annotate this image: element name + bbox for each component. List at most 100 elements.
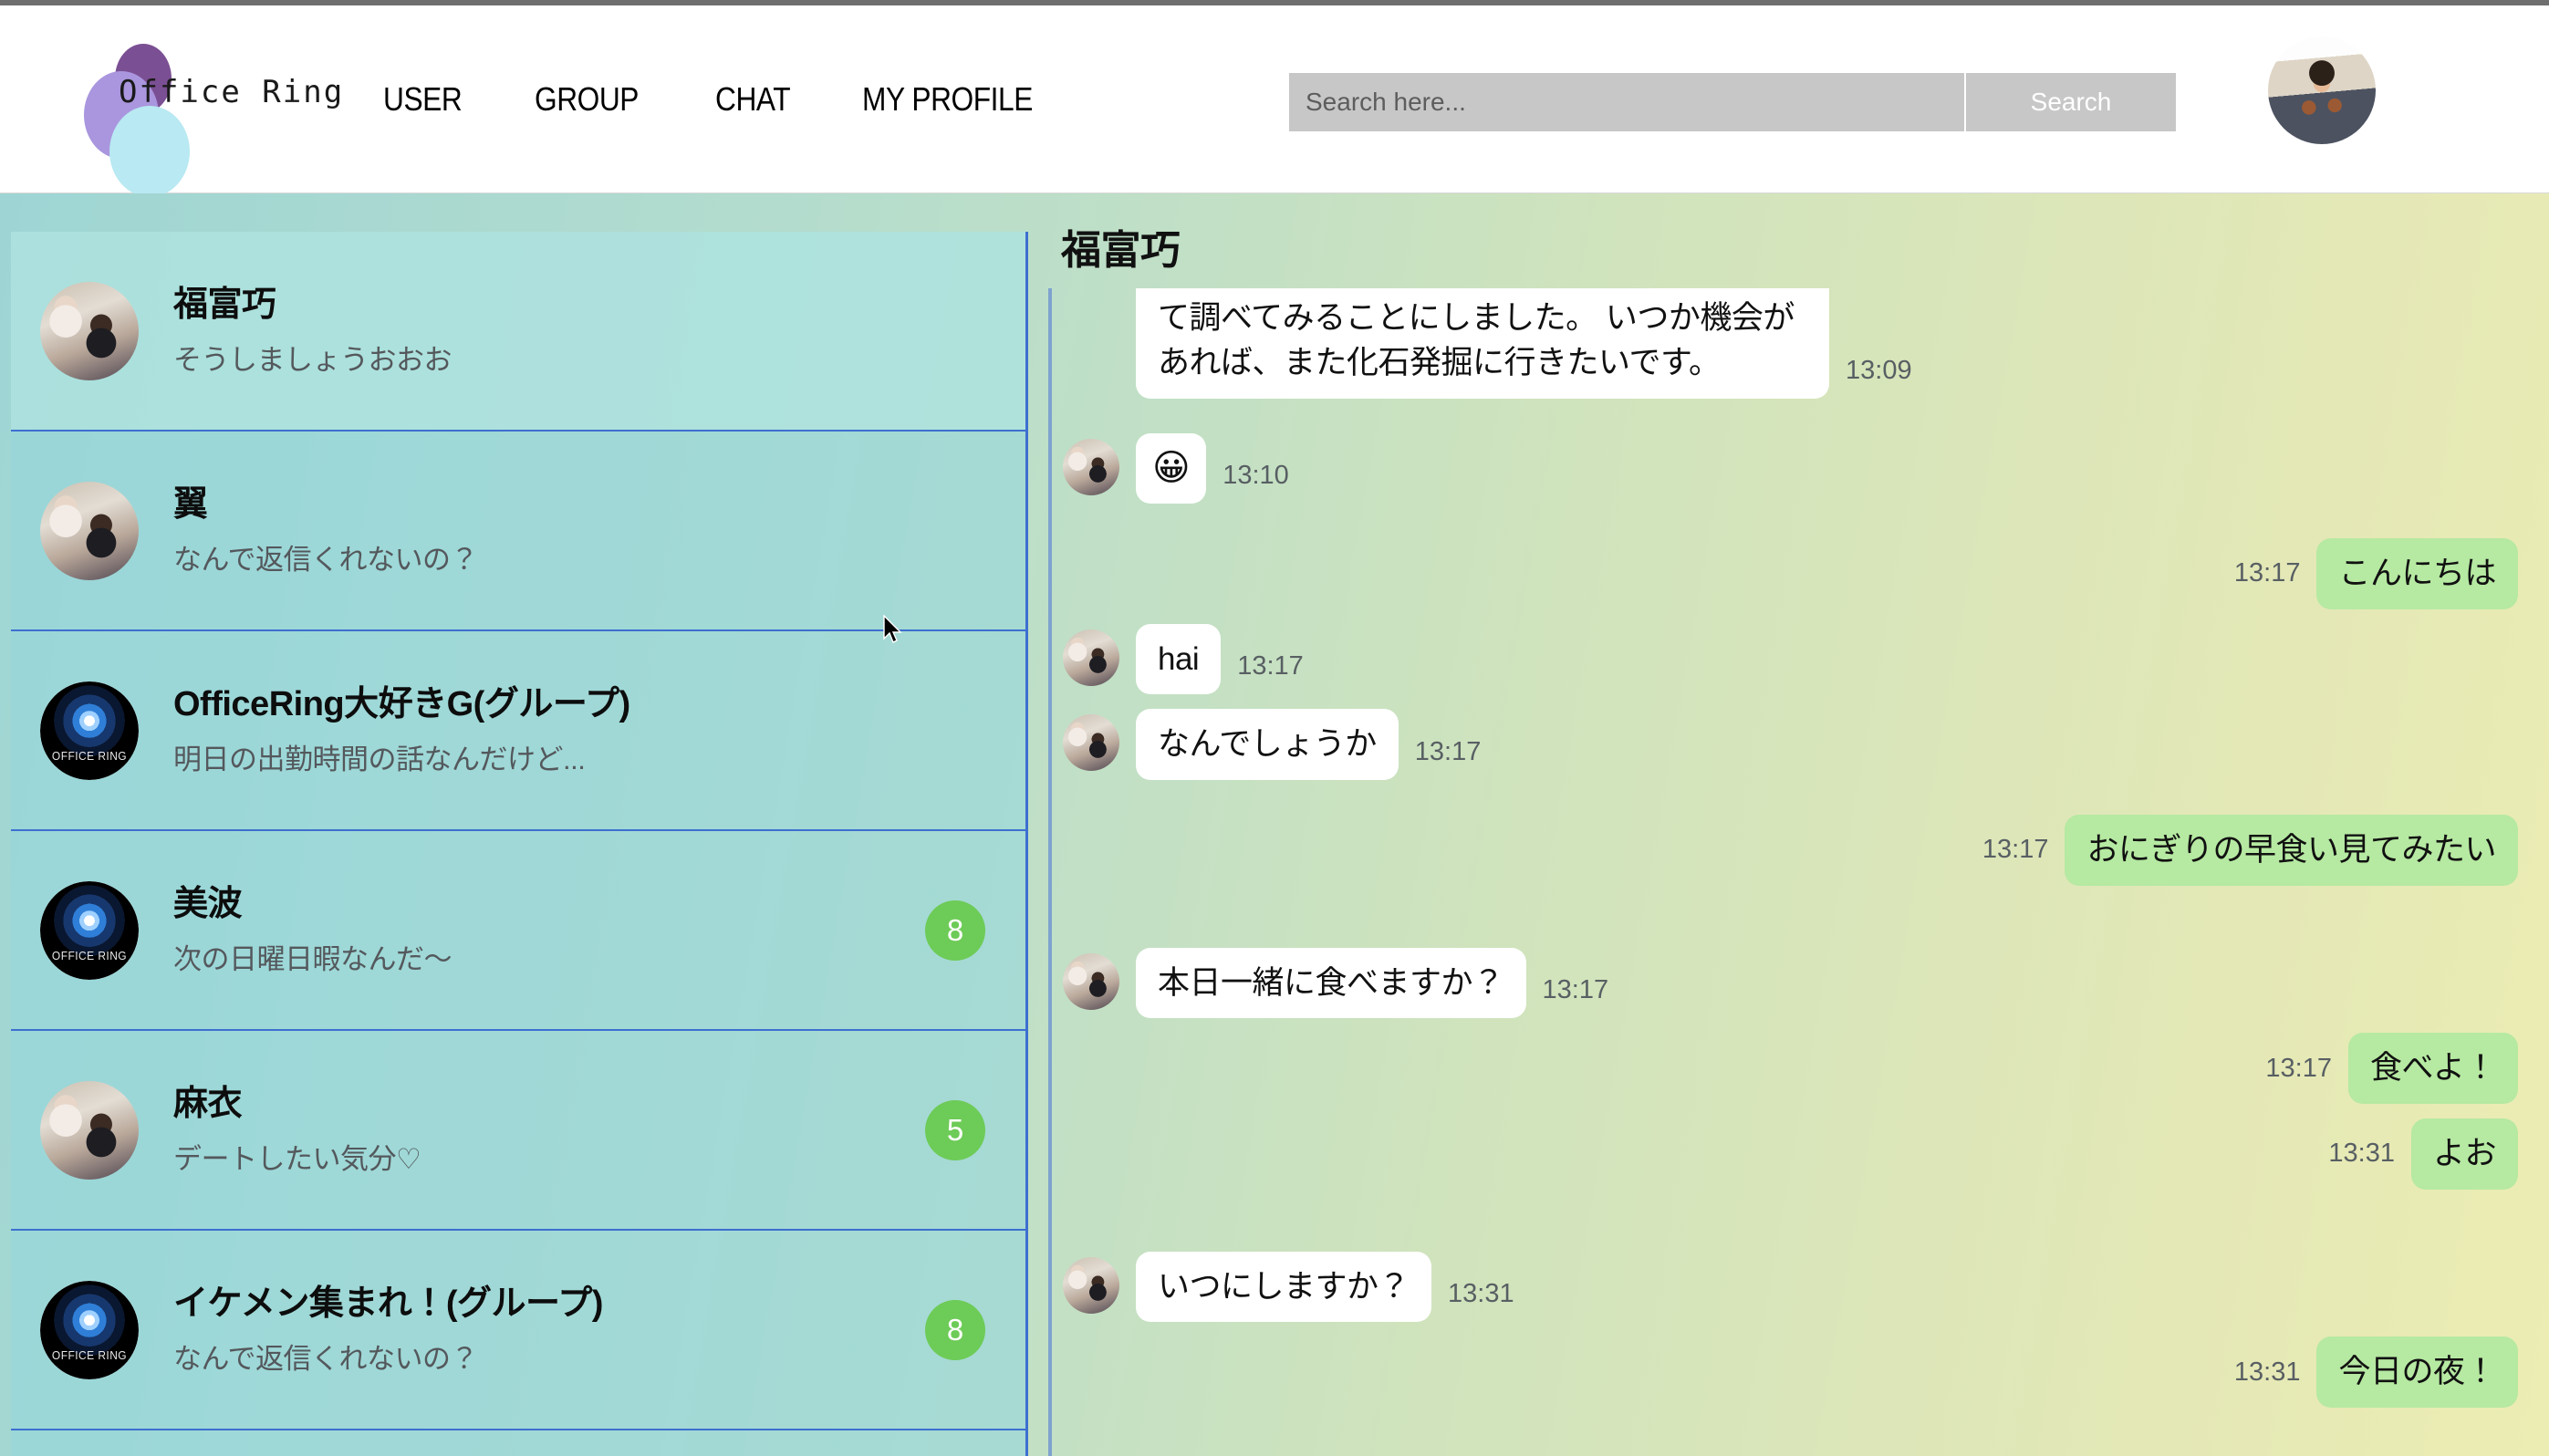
conversation-avatar — [40, 681, 139, 780]
unread-badge: 8 — [925, 900, 985, 961]
message-bubble-received: hai — [1136, 623, 1222, 695]
message-row-sent: 13:17 こんにちは — [1052, 537, 2518, 609]
office-ring-logo-icon — [40, 681, 139, 780]
message-row-received: なんでしょうか 13:17 — [1052, 709, 2518, 780]
message-time: 13:09 — [1846, 356, 1912, 386]
conversation-name: 美波 — [173, 885, 243, 924]
conversation-avatar — [40, 281, 139, 380]
conversation-item[interactable]: 翼 なんで返信くれないの？ — [11, 432, 1025, 631]
conversation-avatar — [40, 1280, 139, 1379]
message-row-received: 本日一緒に食べますか？ 13:17 — [1052, 947, 2518, 1019]
conversation-preview: 明日の出勤時間の話なんだけど... — [173, 743, 586, 775]
office-ring-logo-icon — [40, 1280, 139, 1379]
conversation-avatar — [40, 880, 139, 980]
message-bubble-sent: こんにちは — [2316, 537, 2518, 609]
nav-item-my-profile[interactable]: MY PROFILE — [862, 71, 1033, 128]
search-button[interactable]: Search — [1966, 73, 2176, 131]
conversation-item[interactable]: 福富巧 そうしましょうおおお — [11, 232, 1025, 432]
message-row-received: hai 13:17 — [1052, 623, 2518, 695]
profile-avatar-image — [2268, 36, 2376, 144]
message-bubble-received: なんでしょうか — [1136, 709, 1399, 780]
main-nav: USER GROUP CHAT MY PROFILE — [383, 71, 1118, 128]
message-time: 13:31 — [1448, 1279, 1514, 1309]
message-bubble-received: 😀 — [1136, 433, 1207, 504]
conversation-name: OfficeRing大好きG(グループ) — [173, 685, 630, 724]
logo-circle-cyan — [109, 105, 190, 197]
conversation-preview: そうしましょうおおお — [173, 343, 453, 376]
message-row-received: つけました。家に帰ってアンモナイトについて調べてみることにしました。 いつか機会… — [1052, 288, 2518, 400]
conversation-item[interactable]: OfficeRing大好きG(グループ) 明日の出勤時間の話なんだけど... — [11, 631, 1025, 831]
message-time: 13:31 — [2328, 1139, 2395, 1169]
message-time: 13:17 — [2265, 1053, 2332, 1083]
contact-photo — [1063, 629, 1119, 686]
conversation-item[interactable]: 美波 次の日曜日暇なんだ〜 8 — [11, 831, 1025, 1031]
conversation-list[interactable]: 福富巧 そうしましょうおおお 翼 なんで返信くれないの？ OfficeRing大… — [11, 232, 1028, 1456]
contact-photo — [1063, 714, 1119, 772]
brand-name: Office Ring — [119, 73, 345, 110]
message-gap — [1052, 900, 2518, 948]
conversation-item[interactable]: 麻衣 デートしたい気分♡ 5 — [11, 1031, 1025, 1231]
unread-badge: 5 — [925, 1099, 985, 1160]
conversation-preview: なんで返信くれないの？ — [173, 543, 478, 576]
message-bubble-sent: よお — [2410, 1118, 2518, 1190]
contact-photo — [40, 281, 139, 380]
conversation-name: 福富巧 — [173, 286, 276, 325]
nav-item-chat[interactable]: CHAT — [715, 71, 791, 128]
conversation-text: 福富巧 そうしましょうおおお — [173, 284, 907, 378]
message-gap — [1052, 518, 2518, 538]
message-row-received: 😀 13:10 — [1052, 433, 2518, 504]
office-ring-logo-icon — [40, 880, 139, 980]
message-time: 13:17 — [1982, 835, 2049, 865]
conversation-text: イケメン集まれ！(グループ) なんで返信くれないの？ — [173, 1283, 907, 1377]
conversation-name: 麻衣 — [173, 1085, 243, 1124]
message-time: 13:17 — [1542, 975, 1609, 1005]
message-gap — [1052, 1204, 2518, 1252]
message-time: 13:10 — [1222, 460, 1289, 490]
conversation-avatar — [40, 1080, 139, 1180]
message-gap — [1052, 413, 2518, 433]
conversation-text: OfficeRing大好きG(グループ) 明日の出勤時間の話なんだけど... — [173, 683, 907, 777]
message-time: 13:31 — [2233, 1357, 2301, 1387]
app-header: Office Ring USER GROUP CHAT MY PROFILE S… — [0, 5, 2549, 197]
conversation-preview: 次の日曜日暇なんだ〜 — [173, 942, 453, 975]
nav-item-group[interactable]: GROUP — [535, 71, 639, 128]
conversation-text: 美波 次の日曜日暇なんだ〜 — [173, 883, 907, 977]
message-row-sent: 13:31 今日の夜！ — [1052, 1336, 2518, 1409]
conversation-name: 翼 — [173, 485, 208, 525]
message-scroll-area[interactable]: つけました。家に帰ってアンモナイトについて調べてみることにしました。 いつか機会… — [1048, 288, 2549, 1456]
message-time: 13:17 — [1237, 651, 1304, 681]
conversation-preview: なんで返信くれないの？ — [173, 1342, 478, 1375]
message-bubble-received: 本日一緒に食べますか？ — [1136, 947, 1526, 1019]
message-time: 13:17 — [2233, 558, 2301, 588]
message-avatar — [1063, 1256, 1119, 1314]
message-bubble-sent: おにぎりの早食い見てみたい — [2065, 814, 2518, 886]
message-gap — [1052, 1422, 2518, 1456]
profile-avatar[interactable] — [2268, 36, 2376, 144]
message-row-sent: 13:17 食べよ！ — [1052, 1033, 2518, 1104]
chat-pane: 福富巧 つけました。家に帰ってアンモナイトについて調べてみることにしました。 い… — [1028, 193, 2549, 1456]
conversation-item[interactable]: イケメン集まれ！(グループ) なんで返信くれないの？ 8 — [11, 1231, 1025, 1430]
message-bubble-sent: 食べよ！ — [2347, 1033, 2518, 1104]
conversation-text: 麻衣 デートしたい気分♡ — [173, 1083, 907, 1177]
conversation-avatar — [40, 481, 139, 580]
contact-photo — [40, 1080, 139, 1180]
search-input[interactable] — [1289, 73, 1964, 131]
nav-item-user[interactable]: USER — [383, 71, 463, 128]
message-row-received: いつにしますか？ 13:31 — [1052, 1251, 2518, 1323]
conversation-name: イケメン集まれ！(グループ) — [173, 1284, 603, 1324]
message-bubble-received: つけました。家に帰ってアンモナイトについて調べてみることにしました。 いつか機会… — [1136, 288, 1829, 400]
app-body: 福富巧 そうしましょうおおお 翼 なんで返信くれないの？ OfficeRing大… — [0, 193, 2549, 1456]
contact-photo — [40, 481, 139, 580]
unread-badge: 8 — [925, 1299, 985, 1360]
message-avatar — [1063, 439, 1119, 496]
contact-photo — [1063, 952, 1119, 1010]
message-time: 13:17 — [1414, 736, 1482, 766]
chat-title: 福富巧 — [1061, 228, 1181, 273]
contact-photo — [1063, 439, 1119, 496]
message-avatar — [1063, 714, 1119, 772]
conversation-text: 翼 なんで返信くれないの？ — [173, 484, 907, 577]
brand-logo[interactable]: Office Ring — [71, 26, 345, 197]
message-gap — [1052, 795, 2518, 815]
contact-photo — [1063, 1256, 1119, 1314]
message-row-sent: 13:31 よお — [1052, 1118, 2518, 1190]
